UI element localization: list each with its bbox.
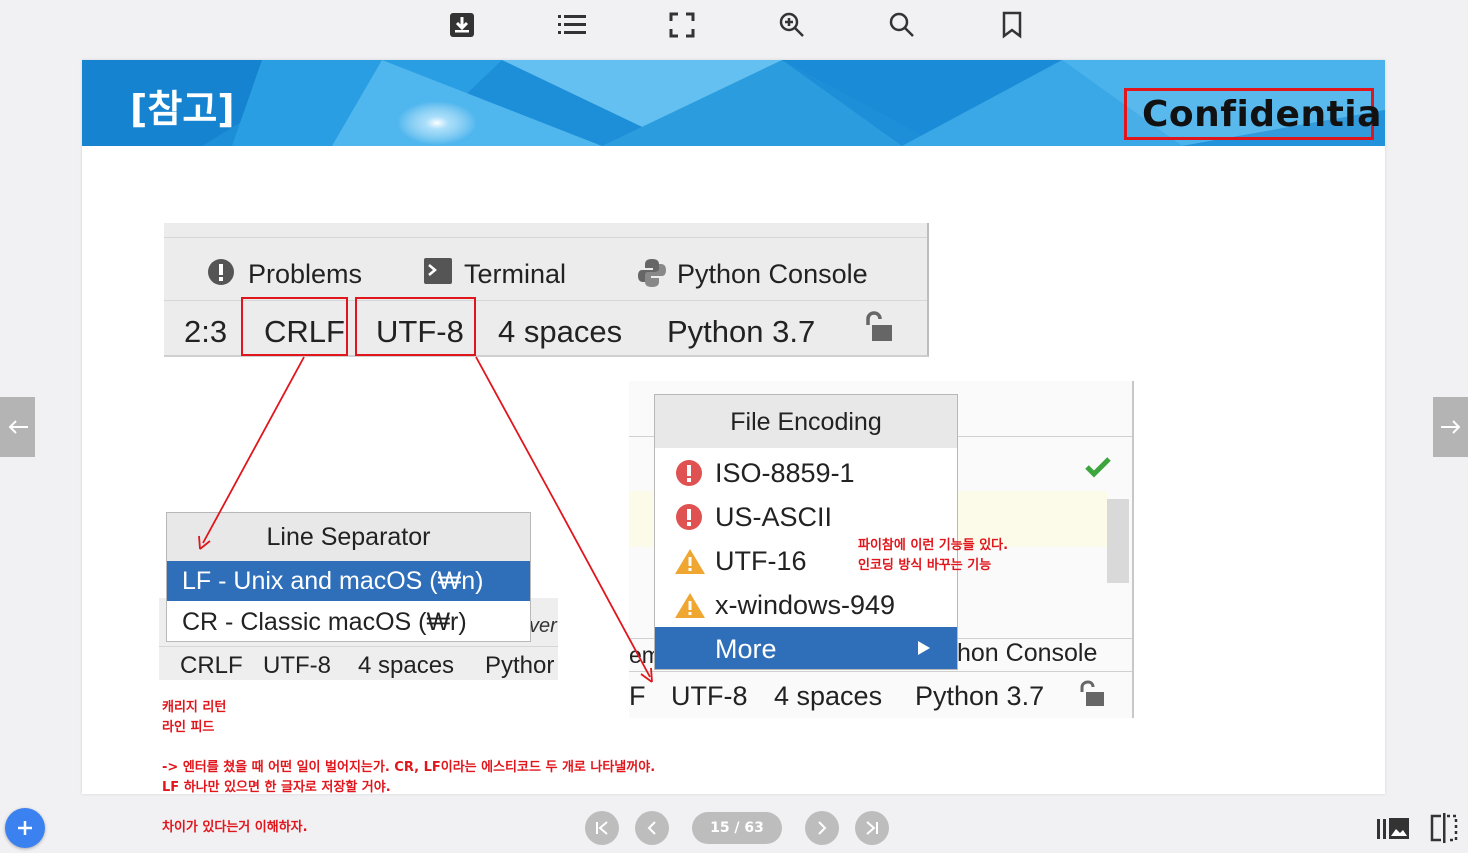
split-view-button[interactable]	[1429, 812, 1459, 844]
list-icon[interactable]	[556, 8, 588, 42]
next-page-button[interactable]	[805, 811, 839, 845]
last-page-button[interactable]	[855, 811, 889, 845]
note-pycharm-features: 파이참에 이런 기능들 있다.	[858, 538, 1009, 553]
arrow-left-icon	[8, 420, 28, 434]
download-icon[interactable]	[446, 8, 478, 42]
crlf-arrow-head	[198, 535, 211, 550]
first-page-icon	[596, 821, 608, 835]
chevron-right-icon	[818, 821, 827, 835]
last-page-icon	[866, 821, 878, 835]
fullscreen-icon[interactable]	[666, 8, 698, 42]
page-indicator-label: 15 / 63	[710, 820, 764, 836]
note-explain-lf: LF 하나만 있으면 한 글자로 저장할 거야.	[162, 780, 391, 794]
split-view-icon	[1430, 813, 1458, 843]
chevron-left-icon	[647, 821, 656, 835]
note-carriage-return: 캐리지 리턴	[162, 700, 227, 715]
note-encoding-change: 인코딩 방식 바꾸는 기능	[858, 558, 992, 573]
gallery-icon	[1377, 818, 1409, 839]
arrow-right-icon	[1440, 420, 1460, 434]
next-page-arrow[interactable]	[1433, 397, 1468, 457]
search-icon[interactable]	[886, 8, 918, 42]
add-button[interactable]	[5, 808, 45, 848]
plus-icon	[18, 821, 32, 835]
zoom-in-icon[interactable]	[776, 8, 808, 42]
note-explain-enter: -> 엔터를 쳤을 때 어떤 일이 벌어지는가. CR, LF이라는 에스티코드…	[162, 760, 656, 775]
crlf-arrow-line	[202, 356, 305, 544]
page-indicator[interactable]: 15 / 63	[692, 812, 782, 844]
previous-page-arrow[interactable]	[0, 397, 35, 457]
note-line-feed: 라인 피드	[162, 720, 215, 735]
note-understand-difference: 차이가 있다는거 이해하자.	[162, 820, 308, 835]
utf8-arrow-line-2	[557, 506, 651, 678]
thumbnails-button[interactable]	[1376, 814, 1410, 842]
previous-page-button[interactable]	[635, 811, 669, 845]
utf8-arrow-line-1	[475, 356, 559, 508]
annotation-arrows	[198, 356, 653, 683]
first-page-button[interactable]	[585, 811, 619, 845]
bookmark-icon[interactable]	[996, 8, 1028, 42]
slide-page: [참고] Confidential Problems Terminal Pyth…	[82, 60, 1385, 794]
